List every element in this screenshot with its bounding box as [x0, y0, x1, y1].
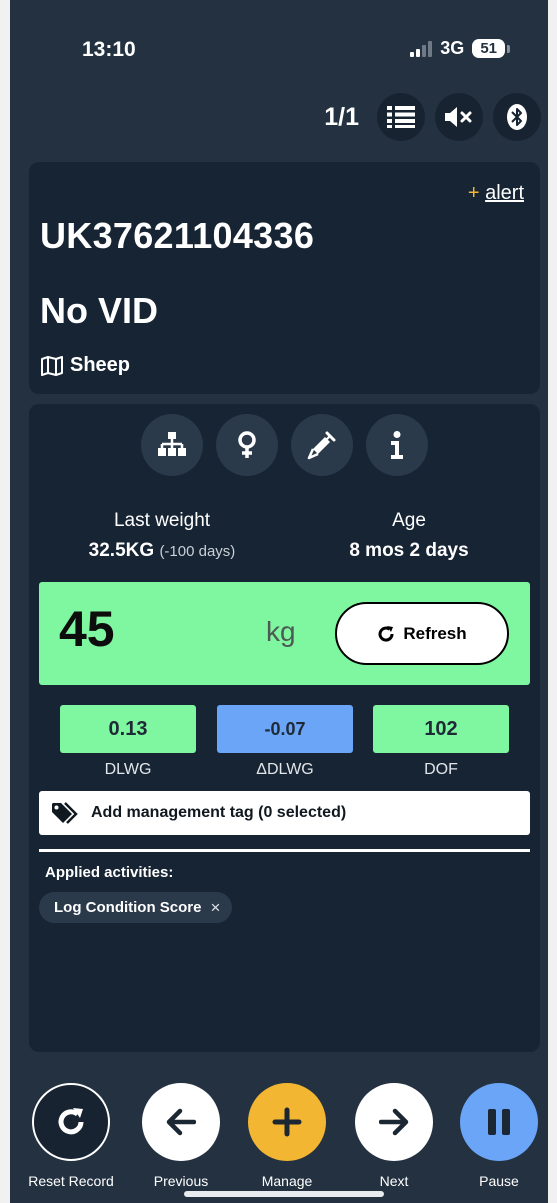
previous-nav: Previous	[126, 1083, 236, 1189]
info-icon	[391, 431, 403, 459]
age-stat: Age 8 mos 2 days	[329, 510, 489, 562]
animal-detail-card: Last weight 32.5KG (-100 days) Age 8 mos…	[29, 404, 540, 1052]
treatment-button[interactable]	[291, 414, 353, 476]
pause-nav: Pause	[444, 1083, 554, 1189]
plus-icon	[272, 1107, 302, 1137]
mute-icon	[445, 107, 472, 127]
last-weight-detail: (-100 days)	[159, 543, 236, 560]
weight-unit: kg	[266, 616, 296, 647]
bluetooth-icon	[507, 104, 527, 130]
dlwg-metric: 0.13 DLWG	[60, 705, 196, 779]
delta-dlwg-metric: -0.07 ΔDLWG	[217, 705, 353, 779]
last-weight-amount: 32.5KG	[88, 540, 155, 561]
pedigree-button[interactable]	[141, 414, 203, 476]
section-divider	[39, 849, 530, 852]
sex-button[interactable]	[216, 414, 278, 476]
last-weight-label: Last weight	[113, 510, 211, 531]
pause-icon	[488, 1109, 510, 1135]
status-indicators: 3G 51	[410, 38, 510, 59]
delta-dlwg-label: ΔDLWG	[256, 761, 314, 778]
bluetooth-button[interactable]	[493, 93, 541, 141]
dof-label: DOF	[424, 761, 458, 778]
activity-chip-label: Log Condition Score	[54, 899, 202, 916]
screen-edge-left	[0, 0, 10, 1203]
mute-button[interactable]	[435, 93, 483, 141]
action-icon-row	[29, 414, 540, 476]
next-nav: Next	[339, 1083, 449, 1189]
status-time: 13:10	[82, 38, 136, 61]
age-label: Age	[392, 510, 426, 531]
applied-activities-title: Applied activities:	[45, 864, 174, 881]
management-tag-label: Add management tag (0 selected)	[91, 804, 347, 821]
add-management-tag-button[interactable]: Add management tag (0 selected)	[39, 791, 530, 835]
species-row: Sheep	[40, 354, 130, 377]
manage-nav: Manage	[232, 1083, 342, 1189]
alert-label: alert	[485, 182, 524, 204]
syringe-icon	[307, 431, 336, 460]
previous-button[interactable]	[142, 1083, 220, 1161]
delta-dlwg-value: -0.07	[217, 705, 353, 753]
battery-icon: 51	[472, 39, 510, 58]
refresh-button[interactable]: Refresh	[335, 602, 509, 665]
next-button[interactable]	[355, 1083, 433, 1161]
page-count: 1/1	[324, 102, 359, 131]
female-icon	[238, 431, 256, 458]
top-toolbar: 1/1	[324, 93, 541, 141]
next-label: Next	[379, 1173, 409, 1189]
refresh-icon	[378, 625, 394, 642]
animal-vid: No VID	[40, 290, 159, 331]
alert-plus: +	[467, 182, 480, 204]
network-type: 3G	[440, 38, 465, 58]
species-label: Sheep	[70, 354, 131, 376]
manage-label: Manage	[261, 1173, 313, 1189]
animal-eid: UK37621104336	[40, 215, 315, 256]
dof-value: 102	[373, 705, 509, 753]
dlwg-label: DLWG	[104, 761, 152, 778]
arrow-right-icon	[379, 1108, 409, 1136]
arrow-left-icon	[166, 1108, 196, 1136]
map-icon	[41, 355, 63, 376]
age-value: 8 mos 2 days	[349, 540, 469, 561]
home-indicator	[184, 1191, 384, 1197]
screen-edge-right	[548, 0, 557, 1203]
activity-chip[interactable]: Log Condition Score ×	[39, 892, 233, 923]
weigh-panel: 45 kg Refresh	[39, 582, 530, 685]
dof-metric: 102 DOF	[373, 705, 509, 779]
previous-label: Previous	[153, 1173, 209, 1189]
refresh-label: Refresh	[403, 623, 467, 643]
add-alert-link[interactable]: + alert	[468, 182, 524, 205]
reset-record-label: Reset Record	[28, 1173, 114, 1189]
last-weight-stat: Last weight 32.5KG (-100 days)	[77, 510, 247, 562]
pause-label: Pause	[479, 1173, 519, 1189]
manage-button[interactable]	[248, 1083, 326, 1161]
last-weight-value: 32.5KG (-100 days)	[77, 540, 247, 562]
tags-icon	[52, 802, 78, 824]
app-screen: 13:10 3G 51 1/1 + alert UK37621104336 No…	[0, 0, 557, 1203]
signal-icon	[410, 40, 433, 57]
info-button[interactable]	[366, 414, 428, 476]
remove-activity-icon[interactable]: ×	[211, 898, 221, 918]
reset-icon	[58, 1108, 84, 1135]
pause-button[interactable]	[460, 1083, 538, 1161]
animal-id-card: + alert UK37621104336 No VID Sheep	[29, 162, 540, 394]
dlwg-value: 0.13	[60, 705, 196, 753]
current-weight: 45	[59, 601, 115, 657]
list-button[interactable]	[377, 93, 425, 141]
reset-record-button[interactable]	[32, 1083, 110, 1161]
reset-record-nav: Reset Record	[16, 1083, 126, 1189]
list-icon	[387, 106, 415, 128]
pedigree-icon	[158, 432, 186, 456]
